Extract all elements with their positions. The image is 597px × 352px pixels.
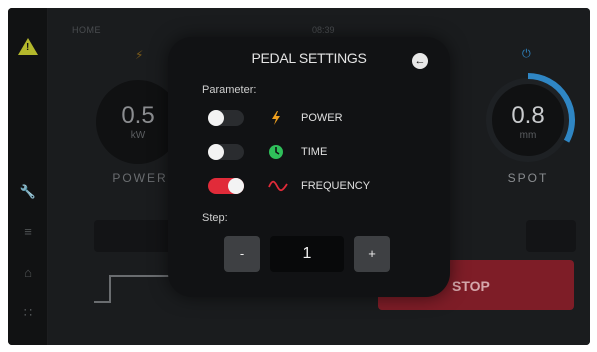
parameter-row-frequency: FREQUENCY bbox=[208, 176, 408, 196]
lightning-icon bbox=[272, 111, 280, 125]
frequency-toggle[interactable] bbox=[208, 178, 244, 194]
parameter-label: Parameter: bbox=[202, 84, 257, 96]
playlist-icon[interactable]: ≡ bbox=[19, 224, 37, 240]
step-label: Step: bbox=[202, 212, 228, 224]
back-arrow-icon: ← bbox=[414, 55, 426, 67]
time-toggle[interactable] bbox=[208, 144, 244, 160]
clock-time: 08:39 bbox=[312, 25, 335, 35]
back-button[interactable]: ← bbox=[412, 53, 428, 69]
sidebar: ! 🔧 ≡ ⌂ ∷ bbox=[8, 8, 48, 345]
wrench-icon[interactable]: 🔧 bbox=[19, 184, 37, 200]
parameter-label-time: TIME bbox=[301, 146, 328, 158]
step-increment-button[interactable]: + bbox=[354, 236, 390, 272]
spot-title: SPOT bbox=[507, 171, 549, 185]
warning-icon[interactable]: ! bbox=[18, 38, 38, 55]
parameter-label-frequency: FREQUENCY bbox=[301, 180, 371, 192]
option-box[interactable] bbox=[526, 220, 576, 252]
parameter-row-power: POWER bbox=[208, 108, 408, 128]
lightning-icon: ⚡ bbox=[135, 48, 144, 62]
pedal-settings-modal: PEDAL SETTINGS ← Parameter: POWER TIME F… bbox=[168, 37, 450, 297]
step-decrement-button[interactable]: - bbox=[224, 236, 260, 272]
step-value: 1 bbox=[270, 236, 344, 272]
power-toggle[interactable] bbox=[208, 110, 244, 126]
parameter-label-power: POWER bbox=[301, 112, 343, 124]
breadcrumb-home: HOME bbox=[72, 25, 101, 35]
clock-icon bbox=[269, 145, 283, 159]
home-icon[interactable]: ⌂ bbox=[19, 265, 37, 281]
power-symbol-icon: ⏻ bbox=[522, 48, 531, 60]
spot-arc bbox=[527, 73, 575, 143]
grid-icon[interactable]: ∷ bbox=[19, 305, 37, 321]
wave-icon bbox=[268, 180, 288, 192]
parameter-row-time: TIME bbox=[208, 142, 408, 162]
modal-title: PEDAL SETTINGS bbox=[251, 50, 367, 66]
